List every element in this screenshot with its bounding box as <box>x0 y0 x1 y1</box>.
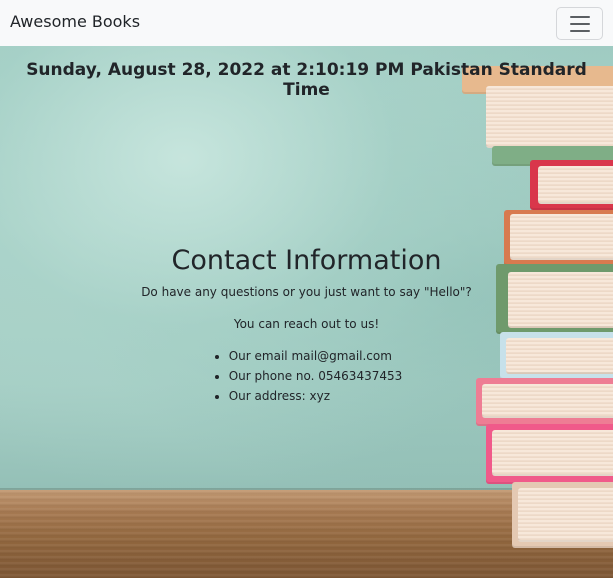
navbar-brand[interactable]: Awesome Books <box>10 12 140 31</box>
contact-address: Our address: xyz <box>229 386 403 406</box>
current-datetime: Sunday, August 28, 2022 at 2:10:19 PM Pa… <box>26 60 587 100</box>
contact-reach-text: You can reach out to us! <box>233 317 380 331</box>
contact-list: Our email mail@gmail.com Our phone no. 0… <box>211 346 403 406</box>
book <box>492 430 613 476</box>
contact-email: Our email mail@gmail.com <box>229 346 403 366</box>
page: Awesome Books Sunday, August 28, 2022 at… <box>0 0 613 578</box>
navbar: Awesome Books <box>0 0 613 46</box>
book <box>518 488 613 542</box>
contact-section: Contact Information Do have any question… <box>0 244 613 406</box>
contact-phone: Our phone no. 05463437453 <box>229 366 403 386</box>
contact-question: Do have any questions or you just want t… <box>141 285 472 299</box>
navbar-toggler-button[interactable] <box>556 7 603 40</box>
contact-title: Contact Information <box>171 245 442 276</box>
book <box>538 166 613 204</box>
